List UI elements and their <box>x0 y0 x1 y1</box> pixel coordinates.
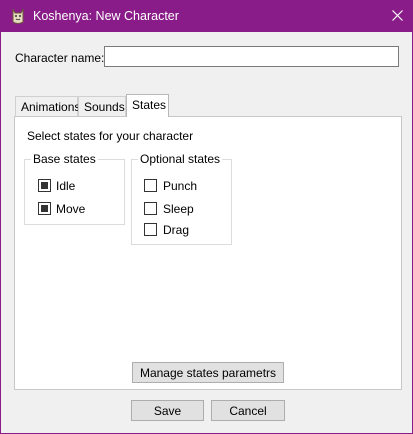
cancel-button[interactable]: Cancel <box>211 400 285 421</box>
idle-label[interactable]: Idle <box>56 179 75 193</box>
move-label[interactable]: Move <box>56 202 85 216</box>
title-bar: Koshenya: New Character <box>1 1 412 32</box>
base-states-group: Base states Idle Move <box>24 152 125 225</box>
save-button[interactable]: Save <box>131 400 204 421</box>
punch-checkbox[interactable] <box>144 179 157 192</box>
punch-label[interactable]: Punch <box>163 179 197 193</box>
close-icon <box>391 9 403 24</box>
character-name-label: Character name: <box>15 51 105 65</box>
manage-states-button[interactable]: Manage states parametrs <box>132 362 284 383</box>
tab-states[interactable]: States <box>126 94 169 117</box>
character-name-input[interactable] <box>104 46 399 67</box>
new-character-dialog: Koshenya: New Character Character name: … <box>0 0 413 434</box>
drag-label[interactable]: Drag <box>163 223 189 237</box>
base-states-legend: Base states <box>31 152 98 166</box>
tab-animations[interactable]: Animations <box>15 96 80 116</box>
drag-checkbox[interactable] <box>144 223 157 236</box>
states-tab-panel: Select states for your character Base st… <box>14 116 402 390</box>
instructions-text: Select states for your character <box>27 129 194 143</box>
tab-sounds[interactable]: Sounds <box>78 96 126 116</box>
optional-states-legend: Optional states <box>138 152 223 166</box>
window-title: Koshenya: New Character <box>33 9 179 23</box>
move-checkbox[interactable] <box>38 202 51 215</box>
cat-icon <box>11 8 25 25</box>
optional-states-group: Optional states Punch Sleep Drag <box>131 152 232 245</box>
sleep-checkbox[interactable] <box>144 202 157 215</box>
sleep-label[interactable]: Sleep <box>163 202 194 216</box>
idle-checkbox[interactable] <box>38 179 51 192</box>
close-button[interactable] <box>382 1 412 32</box>
